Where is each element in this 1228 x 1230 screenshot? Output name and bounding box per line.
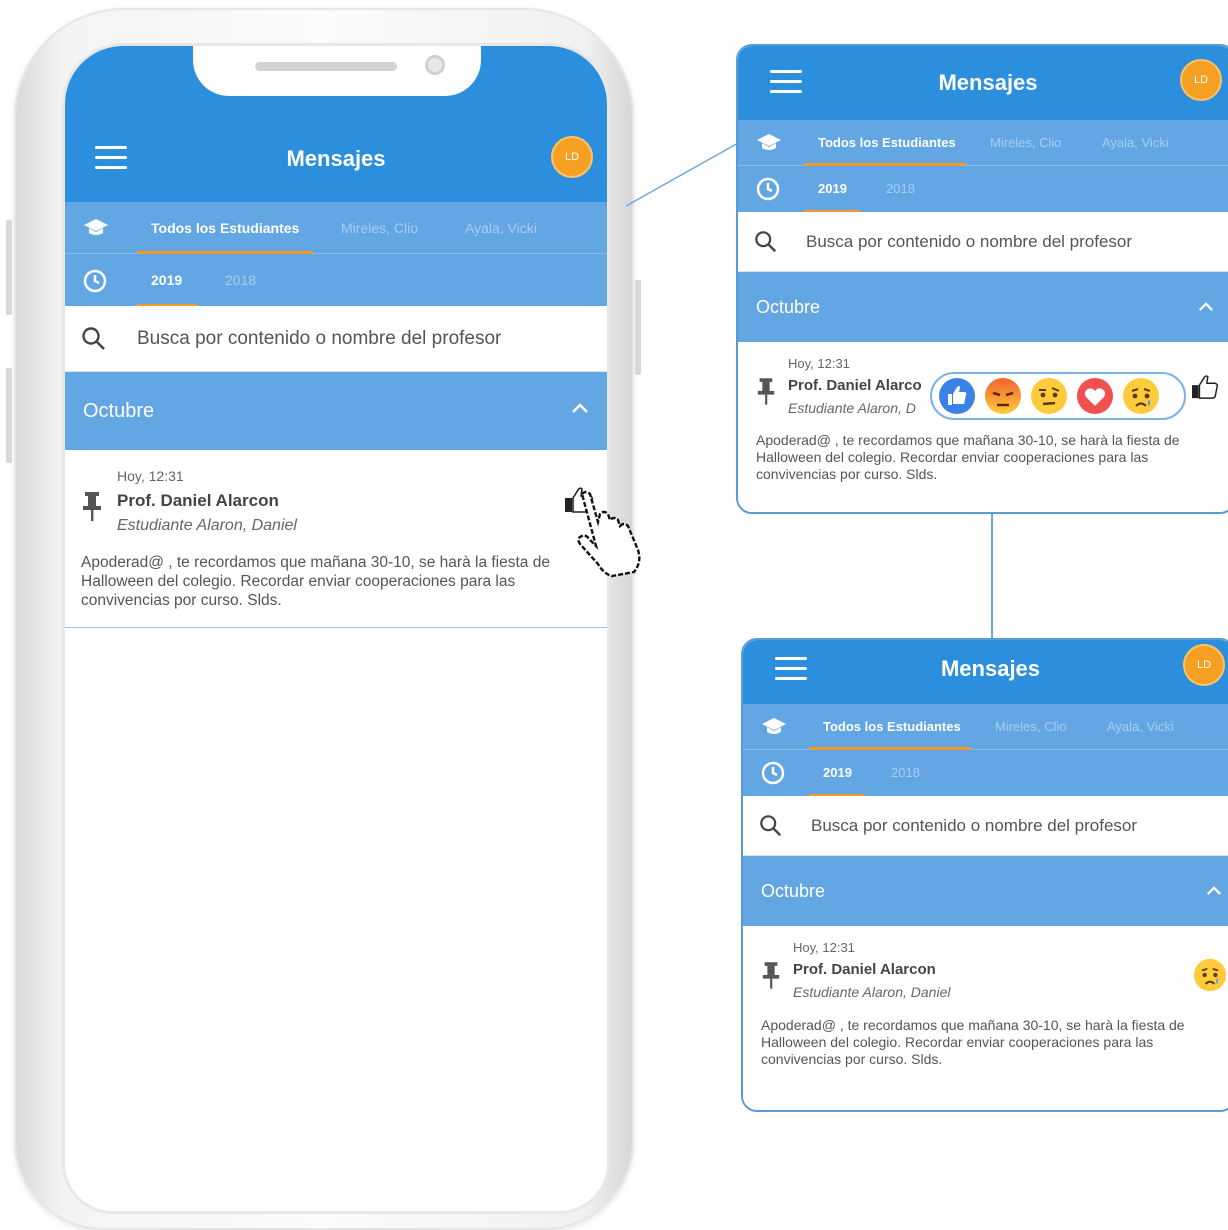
chevron-up-icon[interactable]	[571, 402, 589, 414]
messages-app-main: Mensajes LD Todos los Estudiantes Mirele…	[65, 46, 607, 1211]
year-tabs: 2019 2018	[738, 166, 1228, 213]
search-input[interactable]: Busca por contenido o nombre del profeso…	[137, 328, 501, 350]
tab-ayala-vicki[interactable]: Ayala, Vicki	[465, 220, 537, 236]
reaction-picker[interactable]	[930, 372, 1186, 420]
teacher-name: Prof. Daniel Alarco	[788, 377, 922, 394]
message-body: Apoderad@ , te recordamos que mañana 30-…	[761, 1017, 1185, 1067]
angry-reaction-icon[interactable]	[984, 377, 1022, 415]
tab-mireles-clio[interactable]: Mireles, Clio	[990, 135, 1062, 150]
tab-all-students[interactable]: Todos los Estudiantes	[818, 135, 956, 150]
month-header[interactable]: Octubre	[65, 372, 607, 450]
volume-down-button	[6, 368, 12, 463]
chevron-up-icon[interactable]	[1198, 301, 1214, 312]
month-label: Octubre	[83, 400, 155, 422]
phone-mockup: Mensajes LD Todos los Estudiantes Mirele…	[6, 8, 641, 1230]
clock-icon	[761, 761, 785, 785]
year-tabs: 2019 2018	[65, 254, 607, 307]
love-reaction-icon[interactable]	[1076, 377, 1114, 415]
callout-connector-vertical	[991, 512, 993, 640]
pin-icon	[83, 492, 101, 521]
month-header[interactable]: Octubre	[743, 856, 1228, 926]
search-bar[interactable]: Busca por contenido o nombre del profeso…	[65, 306, 607, 372]
avatar[interactable]: LD	[1183, 644, 1225, 686]
page-title: Mensajes	[286, 146, 386, 171]
graduation-cap-icon	[762, 718, 786, 734]
teacher-name: Prof. Daniel Alarcon	[793, 961, 936, 978]
search-bar[interactable]: Busca por contenido o nombre del profeso…	[738, 212, 1228, 272]
message-time: Hoy, 12:31	[793, 940, 855, 955]
month-label: Octubre	[761, 881, 826, 901]
tab-year-2018[interactable]: 2018	[225, 272, 256, 288]
chevron-up-icon[interactable]	[1206, 885, 1222, 896]
callout-connector	[625, 141, 741, 207]
search-icon	[760, 815, 782, 837]
tab-ayala-vicki[interactable]: Ayala, Vicki	[1107, 719, 1174, 734]
tab-ayala-vicki[interactable]: Ayala, Vicki	[1102, 135, 1169, 150]
pin-icon	[757, 378, 775, 405]
messages-app-result: Mensajes LD Todos los Estudiantes Mirele…	[743, 640, 1228, 1110]
sad-reaction-icon[interactable]	[1193, 958, 1227, 992]
volume-up-button	[6, 220, 12, 315]
student-tabs: Todos los Estudiantes Mireles, Clio Ayal…	[743, 704, 1228, 750]
reaction-picker-callout: Mensajes LD Todos los Estudiantes Mirele…	[736, 44, 1228, 514]
speaker	[255, 62, 397, 71]
like-reaction-icon[interactable]	[938, 377, 976, 415]
message-body: Apoderad@ , te recordamos que mañana 30-…	[756, 432, 1180, 482]
year-tabs: 2019 2018	[743, 750, 1228, 797]
top-bar: Mensajes LD	[738, 46, 1228, 120]
student-name: Estudiante Alaron, Daniel	[793, 984, 951, 1000]
message-card[interactable]: Hoy, 12:31 Prof. Daniel Alarcon Estudian…	[65, 450, 607, 628]
student-name: Estudiante Alaron, Daniel	[117, 517, 297, 534]
search-bar[interactable]: Busca por contenido o nombre del profeso…	[743, 796, 1228, 856]
front-camera	[425, 55, 445, 75]
phone-screen: Mensajes LD Todos los Estudiantes Mirele…	[65, 46, 607, 1211]
teacher-name: Prof. Daniel Alarcon	[117, 491, 279, 510]
messages-app-reactions: Mensajes LD Todos los Estudiantes Mirele…	[738, 46, 1228, 512]
reaction-result-callout: Mensajes LD Todos los Estudiantes Mirele…	[741, 638, 1228, 1112]
meh-reaction-icon[interactable]	[1030, 377, 1068, 415]
graduation-cap-icon	[757, 134, 781, 150]
tab-all-students[interactable]: Todos los Estudiantes	[151, 220, 299, 236]
search-input[interactable]: Busca por contenido o nombre del profeso…	[806, 232, 1132, 252]
clock-icon	[83, 269, 107, 293]
message-body: Apoderad@ , te recordamos que mañana 30-…	[81, 554, 550, 609]
tab-year-2019[interactable]: 2019	[151, 272, 182, 288]
sad-reaction-icon[interactable]	[1122, 377, 1160, 415]
tab-all-students[interactable]: Todos los Estudiantes	[823, 719, 961, 734]
phone-notch	[193, 46, 481, 96]
student-tabs: Todos los Estudiantes Mireles, Clio Ayal…	[738, 120, 1228, 166]
message-card[interactable]: Hoy, 12:31 Prof. Daniel Alarcon Estudian…	[743, 926, 1228, 1110]
hand-pointer-icon	[577, 490, 641, 578]
thumbs-up-icon[interactable]	[1190, 374, 1220, 400]
clock-icon	[756, 177, 780, 201]
page-title: Mensajes	[940, 656, 1041, 681]
message-card[interactable]: Hoy, 12:31 Prof. Daniel Alarco Estudiant…	[738, 342, 1228, 512]
student-tabs: Todos los Estudiantes Mireles, Clio Ayal…	[65, 202, 607, 254]
message-time: Hoy, 12:31	[788, 356, 850, 371]
tab-mireles-clio[interactable]: Mireles, Clio	[341, 220, 418, 236]
page-title: Mensajes	[938, 70, 1038, 95]
avatar[interactable]: LD	[1180, 59, 1222, 101]
student-name: Estudiante Alaron, D	[788, 400, 916, 416]
top-bar: Mensajes LD	[743, 640, 1228, 704]
message-time: Hoy, 12:31	[117, 468, 184, 484]
tab-year-2019[interactable]: 2019	[823, 765, 852, 780]
graduation-cap-icon	[84, 219, 108, 235]
power-button	[635, 280, 641, 375]
search-icon	[755, 231, 777, 253]
month-label: Octubre	[756, 297, 821, 317]
month-header[interactable]: Octubre	[738, 272, 1228, 342]
search-icon	[82, 327, 105, 350]
tab-year-2019[interactable]: 2019	[818, 181, 847, 196]
avatar[interactable]: LD	[551, 136, 593, 178]
search-input[interactable]: Busca por contenido o nombre del profeso…	[811, 816, 1137, 836]
tab-year-2018[interactable]: 2018	[891, 765, 920, 780]
tab-mireles-clio[interactable]: Mireles, Clio	[995, 719, 1067, 734]
pin-icon	[762, 962, 780, 989]
tab-year-2018[interactable]: 2018	[886, 181, 915, 196]
